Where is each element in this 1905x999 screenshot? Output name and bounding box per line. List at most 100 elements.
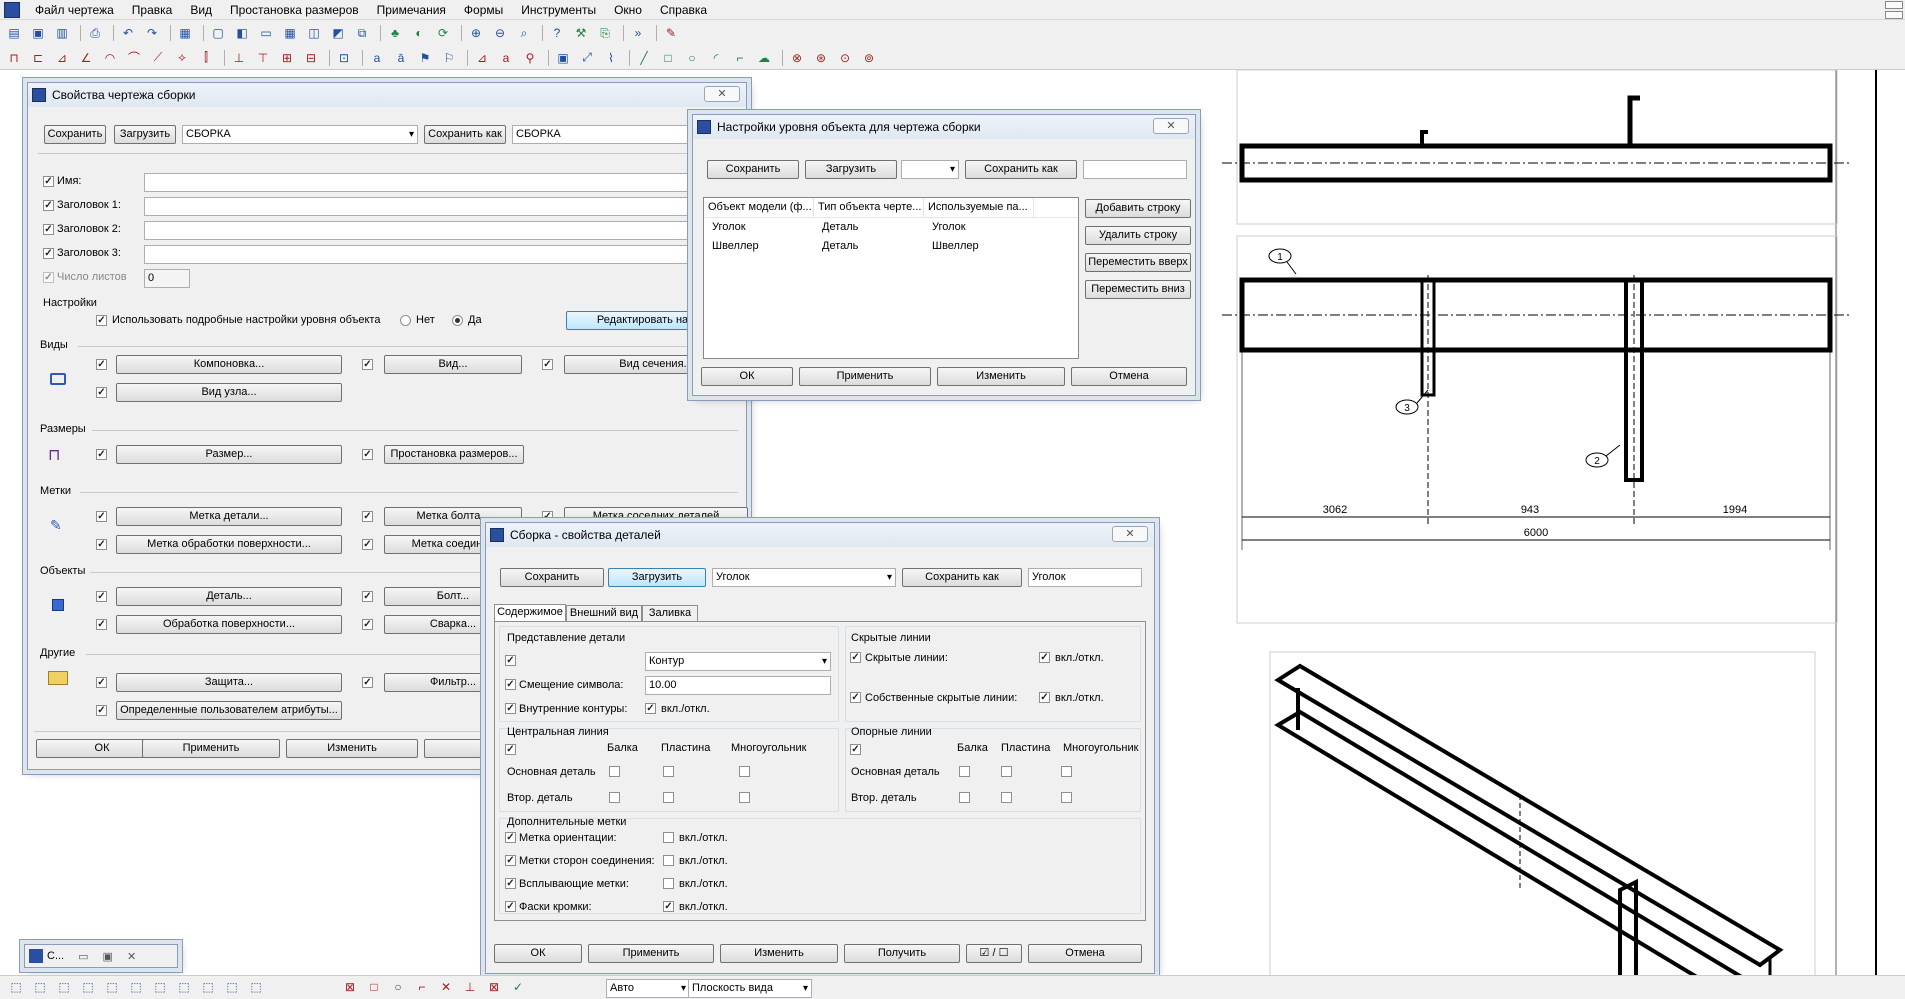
chamfer-checkbox[interactable] (505, 901, 516, 912)
dim-angle-icon[interactable]: ∠ (76, 49, 96, 67)
load-button[interactable]: Загрузить (608, 568, 706, 587)
table-row[interactable]: Швеллер Деталь Швеллер (704, 237, 1078, 256)
own-hidden-checkbox[interactable] (850, 692, 861, 703)
mark-icon[interactable]: ◩ (328, 24, 348, 42)
view-checkbox[interactable] (362, 359, 373, 370)
run-icon[interactable]: » (628, 24, 648, 42)
pin-icon[interactable]: ⚲ (520, 49, 540, 67)
header2-input[interactable] (144, 221, 748, 240)
rep-select[interactable]: Контур (645, 652, 831, 671)
mark-add-icon[interactable]: ⊡ (334, 49, 354, 67)
select4-icon[interactable]: ⬚ (78, 978, 98, 996)
add-row-button[interactable]: Добавить строку (1085, 199, 1191, 218)
header3-checkbox[interactable] (43, 248, 54, 259)
save-as-input[interactable]: Уголок (1028, 568, 1142, 587)
dim-baseline-icon[interactable]: ⊥ (229, 49, 249, 67)
new-icon[interactable]: ▤ (4, 24, 24, 42)
tab-fill[interactable]: Заливка (642, 605, 698, 621)
menu-notes[interactable]: Примечания (368, 3, 455, 17)
header3-input[interactable] (144, 245, 748, 264)
ref-checkbox[interactable] (850, 744, 861, 755)
frame-icon[interactable]: ▭ (256, 24, 276, 42)
cancel-button[interactable]: Отмена (1071, 367, 1187, 386)
menu-dimensions[interactable]: Простановка размеров (221, 3, 368, 17)
select11-icon[interactable]: ⬚ (246, 978, 266, 996)
layout-button[interactable]: Компоновка... (116, 355, 342, 374)
popup-checkbox[interactable] (505, 878, 516, 889)
user-attr-checkbox[interactable] (96, 705, 107, 716)
menu-tools[interactable]: Инструменты (512, 3, 605, 17)
modify-button[interactable]: Изменить (937, 367, 1065, 386)
paint-icon[interactable]: ◐ (409, 24, 429, 42)
dim-group-icon[interactable]: ⊞ (277, 49, 297, 67)
rect-icon[interactable]: □ (658, 49, 678, 67)
cloud-icon[interactable]: ☁ (754, 49, 774, 67)
close-icon[interactable]: ✕ (127, 950, 136, 963)
save-icon[interactable]: ▥ (52, 24, 72, 42)
no-radio[interactable] (400, 315, 411, 326)
close-button[interactable]: ✕ (1153, 118, 1189, 134)
snap-h-icon[interactable]: ✓ (508, 978, 528, 996)
surface-button[interactable]: Обработка поверхности... (116, 615, 342, 634)
dim-radius-icon[interactable]: ◠ (100, 49, 120, 67)
conn-side-checkbox[interactable] (505, 855, 516, 866)
load-button[interactable]: Загрузить (114, 125, 176, 144)
surf-mark-checkbox[interactable] (96, 539, 107, 550)
header1-input[interactable] (144, 197, 748, 216)
dim-chain-icon[interactable]: ⫿ (196, 49, 216, 67)
apply-button[interactable]: Применить (588, 944, 714, 963)
surf-checkbox[interactable] (96, 619, 107, 630)
inner-onoff-checkbox[interactable] (645, 703, 656, 714)
menu-view[interactable]: Вид (181, 3, 221, 17)
minimize-icon[interactable] (1885, 1, 1903, 9)
hidden-onoff-checkbox[interactable] (1039, 652, 1050, 663)
view-button[interactable]: Вид... (384, 355, 522, 374)
ref-main-plate[interactable] (1001, 766, 1012, 777)
col-header[interactable]: Используемые па... (924, 198, 1034, 217)
minimized-dialog[interactable]: С... ▭ ▣ ✕ (24, 944, 178, 968)
frame2-icon[interactable]: ▣ (553, 49, 573, 67)
ok-button[interactable]: ОК (494, 944, 582, 963)
cancel-button[interactable]: Отмена (1028, 944, 1142, 963)
plane-select[interactable]: Плоскость вида (688, 979, 812, 998)
snap-a-icon[interactable]: ⊠ (340, 978, 360, 996)
dim-all-icon[interactable]: ⊟ (301, 49, 321, 67)
dim-vertical-icon[interactable]: ⊏ (28, 49, 48, 67)
tree-icon[interactable]: ♣ (385, 24, 405, 42)
ref-main-beam[interactable] (959, 766, 970, 777)
ref-sec-beam[interactable] (959, 792, 970, 803)
link-icon[interactable]: ⧉ (352, 24, 372, 42)
snap-c-icon[interactable]: ○ (388, 978, 408, 996)
redo-icon[interactable]: ↷ (142, 24, 162, 42)
delete-row-button[interactable]: Удалить строку (1085, 226, 1191, 245)
save-as-button[interactable]: Сохранить как (424, 125, 506, 144)
save-as-button[interactable]: Сохранить как (902, 568, 1022, 587)
zoom-out-icon[interactable]: ⊖ (490, 24, 510, 42)
own-hidden-onoff-checkbox[interactable] (1039, 692, 1050, 703)
text-leader-icon[interactable]: ā (391, 49, 411, 67)
ref-main-poly[interactable] (1061, 766, 1072, 777)
save-button[interactable]: Сохранить (44, 125, 106, 144)
preset-select[interactable]: Уголок (712, 568, 896, 587)
select2-icon[interactable]: ⬚ (30, 978, 50, 996)
snap-mode-select[interactable]: Авто (606, 979, 690, 998)
note-icon[interactable]: ⚐ (439, 49, 459, 67)
menu-window[interactable]: Окно (605, 3, 651, 17)
save-button[interactable]: Сохранить (707, 160, 799, 179)
weld-icon[interactable]: ⌇ (601, 49, 621, 67)
rules-table[interactable]: Объект модели (ф... Тип объекта черте...… (703, 197, 1079, 359)
center-main-beam[interactable] (609, 766, 620, 777)
rep-checkbox[interactable] (505, 655, 516, 666)
dimension-button[interactable]: Размер... (116, 445, 342, 464)
protect-checkbox[interactable] (96, 677, 107, 688)
detailed-checkbox[interactable] (96, 315, 107, 326)
save-as-input[interactable] (1083, 160, 1187, 179)
dim-ordinate-icon[interactable]: ⊤ (253, 49, 273, 67)
polyline-icon[interactable]: ⌐ (730, 49, 750, 67)
line-icon[interactable]: ╱ (634, 49, 654, 67)
zoom-in-icon[interactable]: ⊕ (466, 24, 486, 42)
help-icon[interactable]: ? (547, 24, 567, 42)
protection-button[interactable]: Защита... (116, 673, 342, 692)
chamfer-onoff-checkbox[interactable] (663, 901, 674, 912)
layer-icon[interactable]: ◧ (232, 24, 252, 42)
